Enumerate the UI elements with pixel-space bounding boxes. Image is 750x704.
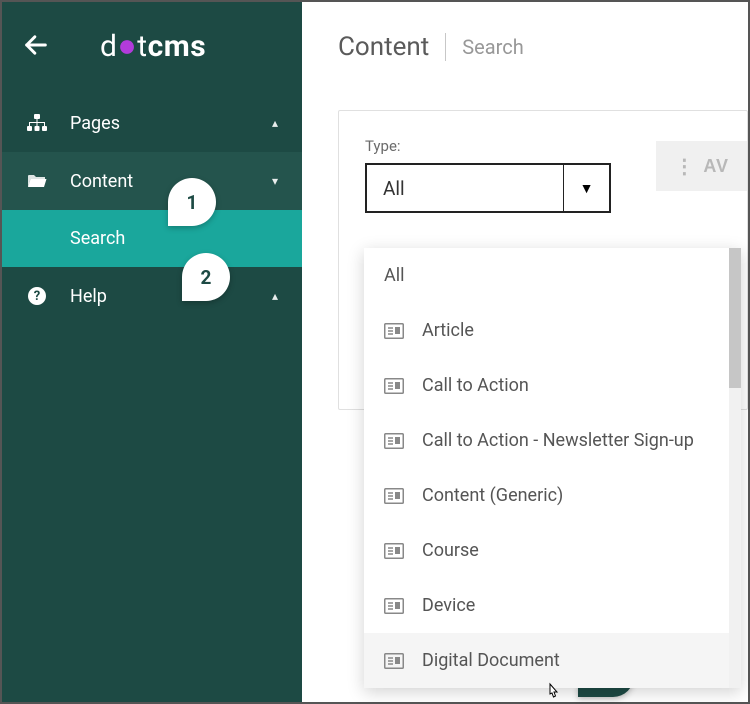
annotation-badge-2: 2 (182, 253, 230, 301)
page-title: Content (338, 32, 429, 62)
dropdown-option-label: Call to Action (422, 375, 529, 396)
more-vert-icon: ⋮ (674, 154, 693, 179)
folder-open-icon (26, 170, 48, 192)
dropdown-option-label: Article (422, 320, 474, 341)
annotation-badge-1: 1 (168, 178, 216, 226)
content-type-icon (384, 543, 404, 559)
type-dropdown: All Article Call to Action Call to Actio… (364, 248, 741, 688)
logo-text: d (100, 29, 117, 64)
dropdown-option-label: All (384, 265, 405, 286)
content-type-icon (384, 378, 404, 394)
chevron-down-icon: ▼ (563, 165, 609, 211)
content-type-icon (384, 488, 404, 504)
sidebar-item-pages[interactable]: Pages ▴ (2, 94, 302, 152)
back-arrow-icon[interactable] (22, 31, 50, 59)
dropdown-option-digital-document[interactable]: Digital Document (364, 633, 741, 688)
svg-text:?: ? (34, 289, 40, 304)
dropdown-option-article[interactable]: Article (364, 303, 741, 358)
logo-text: cms (148, 29, 207, 64)
content-type-icon (384, 433, 404, 449)
chevron-down-icon: ▾ (272, 174, 278, 188)
sidebar: d●tcms Pages ▴ Content ▾ Search ? Help (2, 2, 302, 702)
content-type-icon (384, 653, 404, 669)
header-divider (445, 33, 446, 61)
sidebar-header: d●tcms (2, 2, 302, 94)
type-select[interactable]: All ▼ (365, 163, 611, 213)
chevron-up-icon: ▴ (272, 116, 278, 130)
dropdown-option-label: Digital Document (422, 650, 560, 671)
app-root: d●tcms Pages ▴ Content ▾ Search ? Help (2, 2, 748, 702)
type-select-value: All (367, 177, 563, 200)
dropdown-option-course[interactable]: Course (364, 523, 741, 578)
dropdown-option-all[interactable]: All (364, 248, 741, 303)
sidebar-item-content[interactable]: Content ▾ (2, 152, 302, 210)
dropdown-option-label: Call to Action - Newsletter Sign-up (422, 430, 694, 451)
dropdown-option-label: Device (422, 595, 475, 616)
sidebar-item-search[interactable]: Search (2, 210, 302, 267)
question-icon: ? (26, 285, 48, 307)
sitemap-icon (26, 112, 48, 134)
dropdown-option-cta-newsletter[interactable]: Call to Action - Newsletter Sign-up (364, 413, 741, 468)
available-actions-button[interactable]: ⋮ AV (656, 141, 747, 191)
logo-dot-icon: ● (117, 26, 137, 64)
sidebar-item-label: Search (70, 228, 278, 249)
dropdown-option-content-generic[interactable]: Content (Generic) (364, 468, 741, 523)
dropdown-option-label: Course (422, 540, 479, 561)
chevron-up-icon: ▴ (272, 289, 278, 303)
sidebar-item-help[interactable]: ? Help ▴ (2, 267, 302, 325)
dropdown-scrollbar-thumb[interactable] (729, 248, 741, 388)
dropdown-option-cta[interactable]: Call to Action (364, 358, 741, 413)
content-type-icon (384, 598, 404, 614)
logo-text: t (137, 29, 147, 64)
page-subtitle: Search (462, 35, 523, 59)
content-type-icon (384, 323, 404, 339)
dropdown-option-device[interactable]: Device (364, 578, 741, 633)
sidebar-item-label: Help (70, 286, 272, 307)
logo: d●tcms (100, 26, 206, 64)
button-label: AV (703, 156, 729, 177)
page-header: Content Search (302, 2, 748, 92)
sidebar-item-label: Pages (70, 113, 272, 134)
dropdown-option-label: Content (Generic) (422, 485, 563, 506)
